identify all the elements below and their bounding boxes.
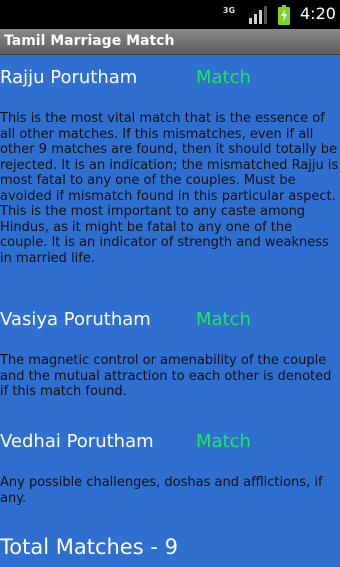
network-label: 3G bbox=[222, 6, 236, 15]
match-header-rajju: Rajju Porutham Match bbox=[0, 65, 340, 91]
match-description: This is the most vital match that is the… bbox=[0, 111, 339, 266]
total-matches: Total Matches - 9 bbox=[0, 535, 178, 559]
match-description: Any possible challenges, doshas and affl… bbox=[0, 475, 323, 506]
clock: 4:20 bbox=[300, 4, 336, 23]
match-name: Rajju Porutham bbox=[0, 67, 138, 88]
network-3g-icon: 3G bbox=[222, 7, 236, 23]
match-status: Match bbox=[196, 67, 251, 88]
signal-strength-icon bbox=[249, 6, 267, 24]
match-name: Vasiya Porutham bbox=[0, 309, 151, 330]
app-title: Tamil Marriage Match bbox=[4, 33, 175, 49]
match-status: Match bbox=[196, 431, 251, 452]
status-bar: 3G 4:20 bbox=[0, 0, 340, 29]
match-header-vasiya: Vasiya Porutham Match bbox=[0, 307, 340, 333]
battery-charging-icon bbox=[278, 5, 290, 25]
match-description: The magnetic control or amenability of t… bbox=[0, 353, 332, 399]
app-title-bar: Tamil Marriage Match bbox=[0, 29, 340, 55]
match-name: Vedhai Porutham bbox=[0, 431, 154, 452]
match-header-vedhai: Vedhai Porutham Match bbox=[0, 429, 340, 455]
match-status: Match bbox=[196, 309, 251, 330]
match-content[interactable]: Rajju Porutham Match This is the most vi… bbox=[0, 55, 340, 567]
